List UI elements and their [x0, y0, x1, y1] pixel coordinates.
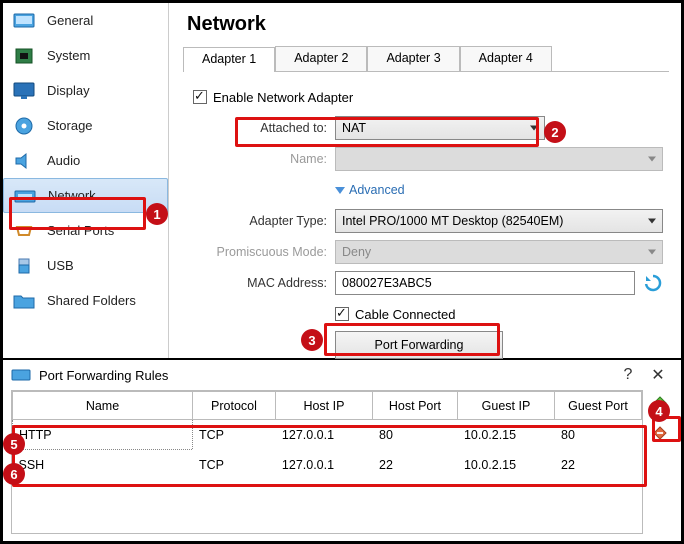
col-guest-ip[interactable]: Guest IP: [457, 392, 554, 420]
sidebar-item-serial-ports[interactable]: Serial Ports: [3, 213, 168, 248]
port-forwarding-table: Name Protocol Host IP Host Port Guest IP…: [11, 390, 643, 534]
sidebar-item-label: Audio: [47, 153, 80, 168]
page-title: Network: [187, 13, 669, 36]
chip-icon: [11, 45, 37, 67]
cell-host-port[interactable]: 22: [373, 450, 458, 480]
audio-icon: [11, 150, 37, 172]
sidebar-item-storage[interactable]: Storage: [3, 108, 168, 143]
cell-host-ip[interactable]: 127.0.0.1: [275, 450, 372, 480]
network-icon: [12, 185, 38, 207]
cable-connected-checkbox[interactable]: [335, 307, 349, 321]
annotation-badge: 1: [146, 203, 168, 225]
sidebar-item-shared-folders[interactable]: Shared Folders: [3, 283, 168, 318]
cell-protocol[interactable]: TCP: [193, 420, 276, 450]
remove-rule-button[interactable]: [649, 424, 671, 446]
settings-sidebar: General System Display Storage Audio Net…: [3, 3, 169, 358]
name-combo: [335, 147, 663, 171]
advanced-disclosure[interactable]: Advanced: [335, 183, 405, 197]
annotation-badge: 2: [544, 121, 566, 143]
storage-icon: [11, 115, 37, 137]
promisc-combo: Deny: [335, 240, 663, 264]
mac-address-value: 080027E3ABC5: [342, 276, 432, 290]
sidebar-item-label: Serial Ports: [47, 223, 114, 238]
chevron-down-icon: [648, 219, 656, 224]
enable-adapter-label: Enable Network Adapter: [213, 90, 353, 105]
attached-to-value: NAT: [342, 121, 366, 135]
usb-icon: [11, 255, 37, 277]
chevron-down-icon: [530, 126, 538, 131]
sidebar-item-general[interactable]: General: [3, 3, 168, 38]
cell-guest-port[interactable]: 80: [555, 420, 642, 450]
cell-guest-ip[interactable]: 10.0.2.15: [457, 420, 554, 450]
attached-to-combo[interactable]: NAT: [335, 116, 545, 140]
chevron-down-icon: [648, 250, 656, 255]
sidebar-item-network[interactable]: Network: [3, 178, 168, 213]
adapter-type-value: Intel PRO/1000 MT Desktop (82540EM): [342, 214, 563, 228]
help-button[interactable]: ?: [613, 366, 643, 384]
annotation-badge: 4: [648, 400, 670, 422]
col-protocol[interactable]: Protocol: [193, 392, 276, 420]
cell-name[interactable]: HTTP: [13, 420, 193, 450]
folder-icon: [11, 290, 37, 312]
col-guest-port[interactable]: Guest Port: [555, 392, 642, 420]
sidebar-item-label: General: [47, 13, 93, 28]
table-row[interactable]: SSH TCP 127.0.0.1 22 10.0.2.15 22: [13, 450, 642, 480]
attached-to-label: Attached to:: [187, 121, 335, 135]
adapter-type-label: Adapter Type:: [187, 214, 335, 228]
cell-name[interactable]: SSH: [13, 450, 193, 480]
col-host-port[interactable]: Host Port: [373, 392, 458, 420]
cell-protocol[interactable]: TCP: [193, 450, 276, 480]
sidebar-item-label: USB: [47, 258, 74, 273]
col-name[interactable]: Name: [13, 392, 193, 420]
col-host-ip[interactable]: Host IP: [275, 392, 372, 420]
serial-icon: [11, 220, 37, 242]
sidebar-item-system[interactable]: System: [3, 38, 168, 73]
sidebar-item-label: Storage: [47, 118, 93, 133]
tab-adapter-3[interactable]: Adapter 3: [367, 46, 459, 71]
sidebar-item-label: Shared Folders: [47, 293, 136, 308]
table-row[interactable]: HTTP TCP 127.0.0.1 80 10.0.2.15 80: [13, 420, 642, 450]
adapter-tabs: Adapter 1 Adapter 2 Adapter 3 Adapter 4: [183, 46, 669, 72]
annotation-badge: 3: [301, 329, 323, 351]
cell-host-ip[interactable]: 127.0.0.1: [275, 420, 372, 450]
annotation-badge: 5: [3, 433, 25, 455]
cell-host-port[interactable]: 80: [373, 420, 458, 450]
annotation-badge: 6: [3, 463, 25, 485]
tab-adapter-2[interactable]: Adapter 2: [275, 46, 367, 71]
sidebar-item-label: System: [47, 48, 90, 63]
promisc-label: Promiscuous Mode:: [187, 245, 335, 259]
triangle-down-icon: [335, 187, 345, 194]
sidebar-item-audio[interactable]: Audio: [3, 143, 168, 178]
tab-adapter-1[interactable]: Adapter 1: [183, 47, 275, 72]
general-icon: [11, 10, 37, 32]
port-forwarding-dialog: Port Forwarding Rules ? ✕ Name Protocol …: [3, 360, 681, 540]
network-icon: [11, 367, 31, 383]
cable-connected-label: Cable Connected: [355, 307, 455, 322]
promisc-value: Deny: [342, 245, 371, 259]
sidebar-item-label: Network: [48, 188, 96, 203]
cell-guest-ip[interactable]: 10.0.2.15: [457, 450, 554, 480]
sidebar-item-display[interactable]: Display: [3, 73, 168, 108]
close-button[interactable]: ✕: [643, 365, 673, 385]
mac-label: MAC Address:: [187, 276, 335, 290]
chevron-down-icon: [648, 157, 656, 162]
sidebar-item-usb[interactable]: USB: [3, 248, 168, 283]
port-forwarding-label: Port Forwarding: [375, 338, 464, 352]
mac-address-input[interactable]: 080027E3ABC5: [335, 271, 635, 295]
port-forwarding-button[interactable]: Port Forwarding: [335, 331, 503, 359]
adapter-type-combo[interactable]: Intel PRO/1000 MT Desktop (82540EM): [335, 209, 663, 233]
network-settings-panel: Network Adapter 1 Adapter 2 Adapter 3 Ad…: [169, 3, 681, 358]
tab-adapter-4[interactable]: Adapter 4: [460, 46, 552, 71]
cell-guest-port[interactable]: 22: [555, 450, 642, 480]
name-label: Name:: [187, 152, 335, 166]
display-icon: [11, 80, 37, 102]
refresh-mac-button[interactable]: [643, 273, 663, 293]
port-forwarding-title: Port Forwarding Rules: [39, 368, 168, 383]
advanced-label: Advanced: [349, 183, 405, 197]
enable-adapter-checkbox[interactable]: [193, 90, 207, 104]
sidebar-item-label: Display: [47, 83, 90, 98]
